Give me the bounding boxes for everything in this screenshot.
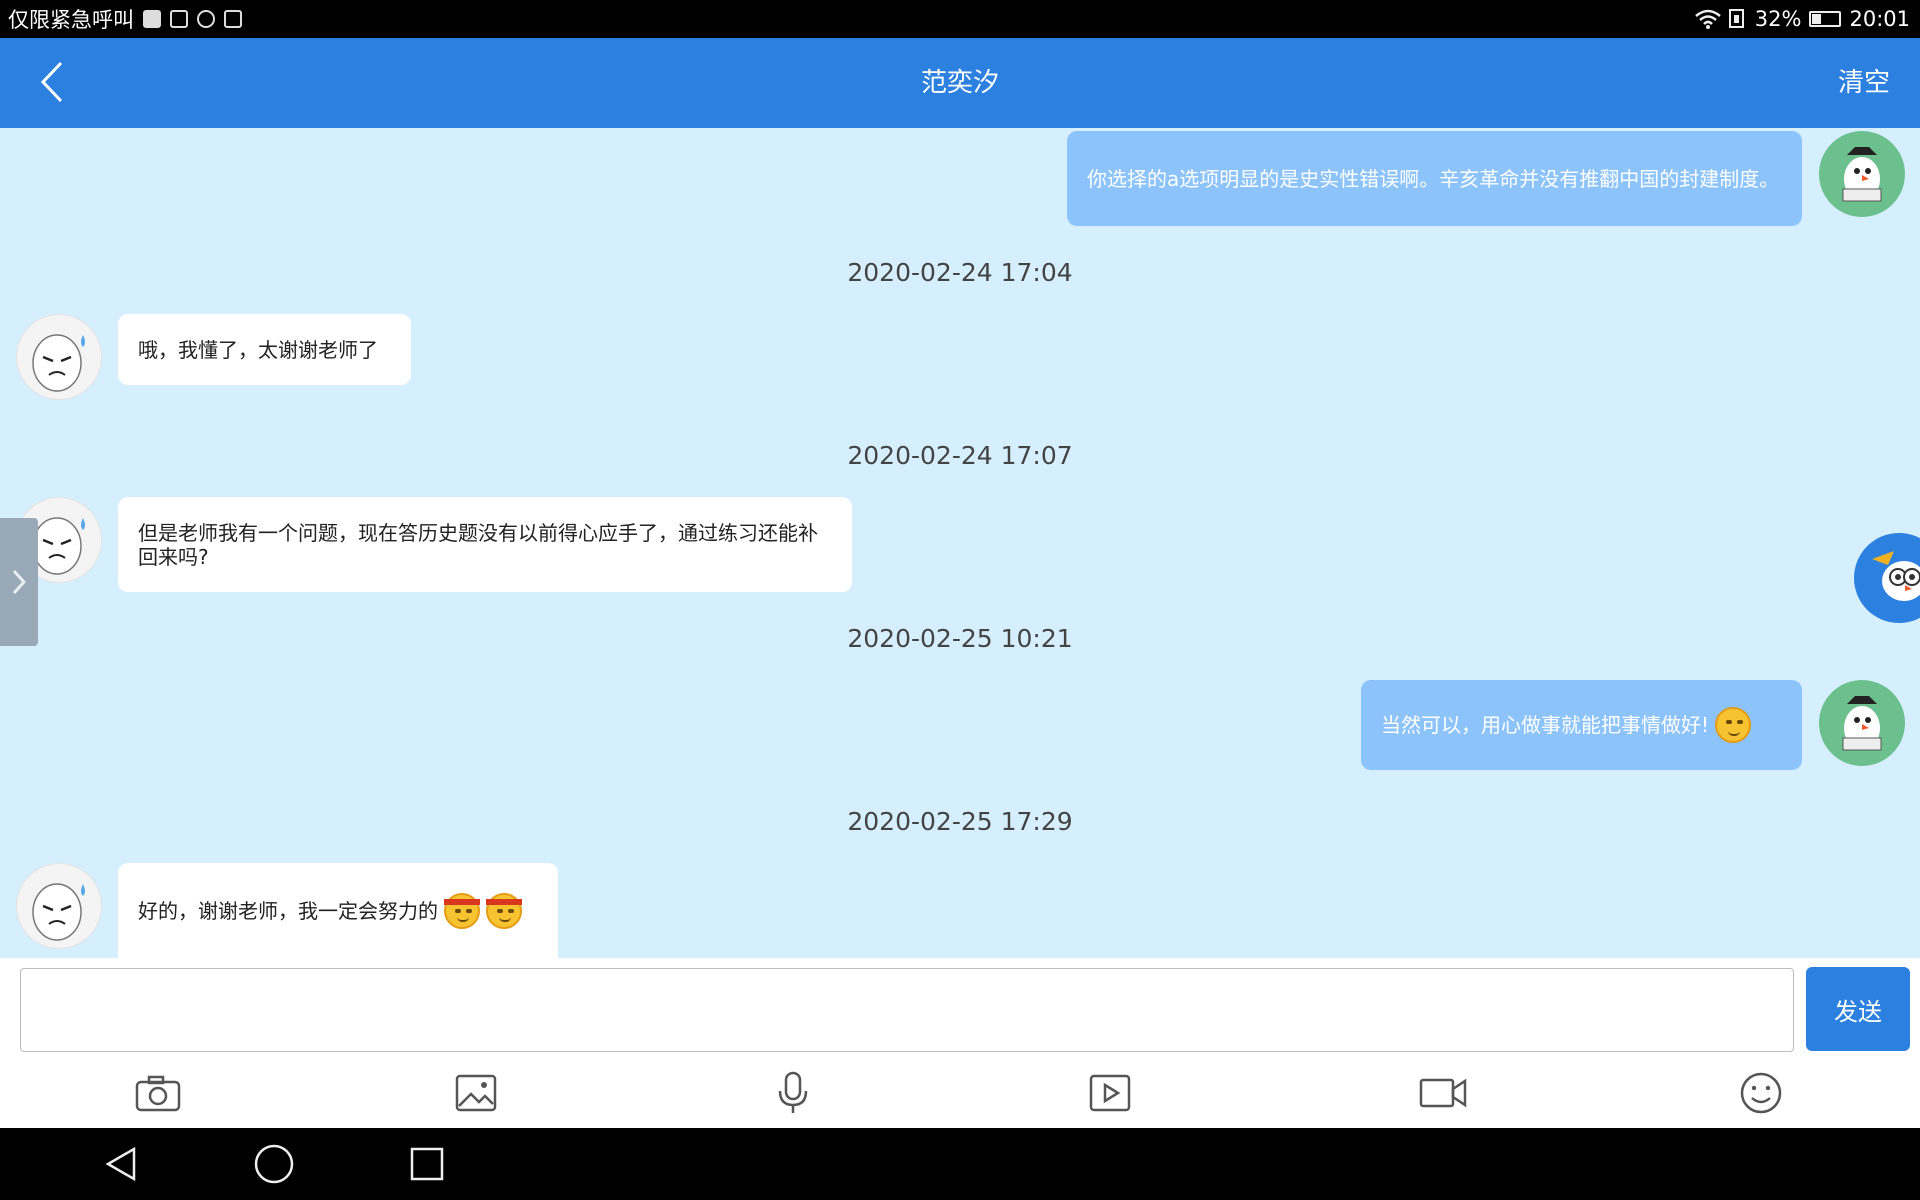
chat-area[interactable]: 你选择的a选项明显的是史实性错误啊。辛亥革命并没有推翻中国的封建制度。 2020… — [0, 128, 1920, 958]
status-right: 32% 20:01 — [1694, 0, 1910, 38]
determined-emoji-icon — [444, 892, 480, 929]
video-camera-icon — [1419, 1078, 1467, 1108]
avatar[interactable] — [16, 314, 102, 400]
app-notification-icon — [197, 10, 215, 28]
timestamp: 2020-02-24 17:04 — [847, 258, 1073, 287]
avatar[interactable] — [16, 863, 102, 949]
nav-home-button[interactable] — [244, 1142, 304, 1186]
video-camera-button[interactable] — [1413, 1066, 1473, 1120]
message-text: 当然可以，用心做事就能把事情做好! — [1381, 713, 1710, 737]
notification-icon — [143, 10, 161, 28]
battery-icon — [1809, 11, 1842, 27]
video-play-button[interactable] — [1080, 1066, 1140, 1120]
student-avatar-icon — [32, 334, 85, 392]
chevron-right-icon — [12, 569, 27, 595]
message-text: 好的，谢谢老师，我一定会努力的 — [138, 898, 438, 923]
message-text: 哦，我懂了，太谢谢老师了 — [138, 337, 378, 362]
microphone-icon — [778, 1071, 808, 1113]
image-icon — [455, 1074, 497, 1112]
clock: 20:01 — [1849, 7, 1910, 31]
message-bubble[interactable]: 当然可以，用心做事就能把事情做好! — [1361, 680, 1802, 770]
message-bubble[interactable]: 好的，谢谢老师，我一定会努力的 — [118, 863, 558, 958]
sim-icon — [1728, 9, 1744, 28]
message-bubble[interactable]: 但是老师我有一个问题，现在答历史题没有以前得心应手了，通过练习还能补回来吗? — [118, 497, 852, 592]
chevron-left-icon — [40, 61, 63, 103]
message-bubble[interactable]: 哦，我懂了，太谢谢老师了 — [118, 314, 411, 385]
teacher-avatar-icon — [1842, 147, 1882, 202]
camera-button[interactable] — [128, 1066, 188, 1120]
message-text: 你选择的a选项明显的是史实性错误啊。辛亥革命并没有推翻中国的封建制度。 — [1087, 166, 1780, 191]
message-text: 但是老师我有一个问题，现在答历史题没有以前得心应手了，通过练习还能补回来吗? — [138, 520, 818, 569]
status-left: 仅限紧急呼叫 — [8, 0, 242, 38]
app-header: 范奕汐 清空 — [0, 38, 1920, 128]
determined-emoji-icon — [486, 892, 522, 929]
emoji-button[interactable] — [1731, 1066, 1791, 1120]
attachment-toolbar — [0, 1058, 1920, 1128]
status-bar: 仅限紧急呼叫 32% 20:01 — [0, 0, 1920, 38]
input-bar: 发送 — [0, 958, 1920, 1128]
microphone-button[interactable] — [763, 1066, 823, 1120]
avatar[interactable] — [1819, 131, 1905, 217]
send-button[interactable]: 发送 — [1806, 967, 1910, 1051]
nav-recents-button[interactable] — [397, 1142, 457, 1186]
clear-button[interactable]: 清空 — [1838, 38, 1890, 128]
nav-back-button[interactable] — [92, 1142, 152, 1186]
wifi-icon — [1694, 9, 1721, 29]
avatar[interactable] — [1819, 680, 1905, 766]
side-drawer-tab[interactable] — [0, 518, 38, 646]
package-notification-icon — [224, 10, 242, 28]
student-avatar-icon — [32, 883, 85, 941]
camera-icon — [135, 1075, 181, 1112]
page-title: 范奕汐 — [920, 68, 999, 98]
emoji-icon — [1740, 1072, 1782, 1114]
recents-square-icon — [410, 1147, 444, 1181]
message-input[interactable] — [20, 968, 1794, 1052]
smile-emoji-icon — [1715, 707, 1752, 743]
timestamp: 2020-02-25 10:21 — [847, 624, 1073, 653]
carrier-text: 仅限紧急呼叫 — [8, 8, 134, 32]
message-bubble[interactable]: 你选择的a选项明显的是史实性错误啊。辛亥革命并没有推翻中国的封建制度。 — [1067, 131, 1802, 226]
back-button[interactable] — [22, 52, 82, 112]
video-play-icon — [1089, 1074, 1131, 1112]
image-button[interactable] — [446, 1066, 506, 1120]
timestamp: 2020-02-25 17:29 — [847, 807, 1073, 836]
system-nav-bar — [0, 1128, 1920, 1200]
gallery-notification-icon — [170, 10, 188, 28]
back-triangle-icon — [105, 1146, 136, 1182]
teacher-avatar-icon — [1842, 696, 1882, 751]
battery-percent: 32% — [1754, 7, 1802, 31]
timestamp: 2020-02-24 17:07 — [847, 441, 1073, 470]
home-circle-icon — [254, 1144, 294, 1184]
